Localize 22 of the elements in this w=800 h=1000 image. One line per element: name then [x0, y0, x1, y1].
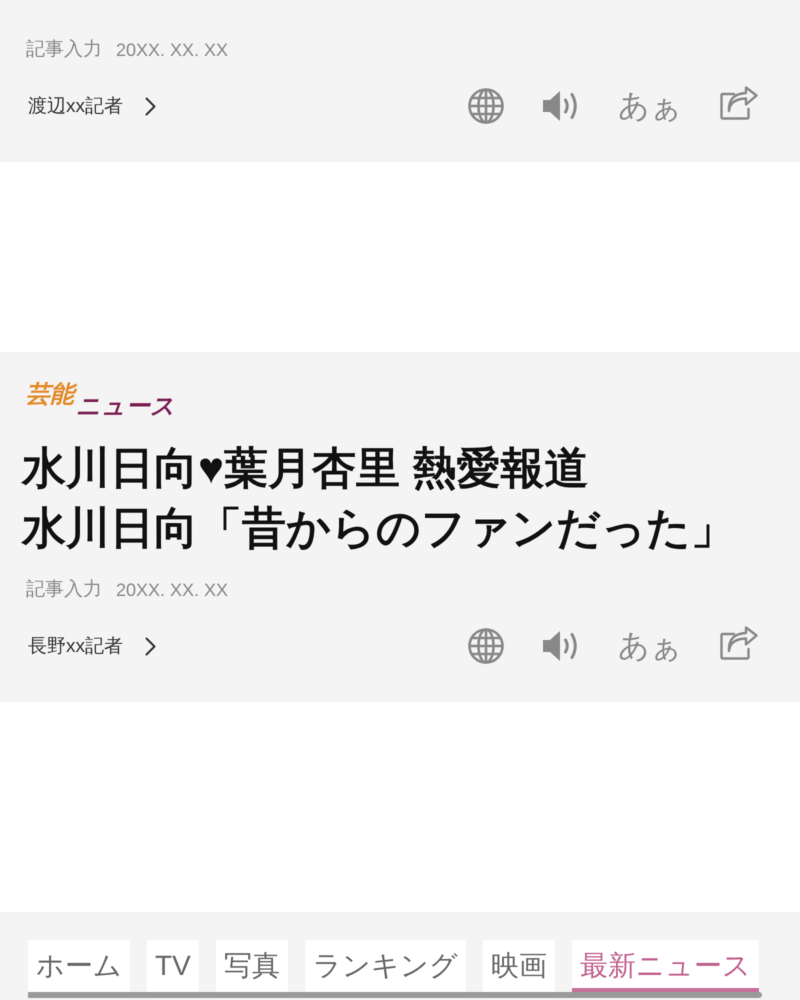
reporter-link[interactable]: 渡辺xx記者 [28, 93, 156, 119]
publish-date: 20XX. XX. XX [116, 579, 228, 602]
category-logo: 芸能ニュース [26, 382, 175, 419]
font-size-button[interactable]: あぁ [618, 626, 682, 666]
reporter-link[interactable]: 長野xx記者 [28, 633, 156, 659]
nav-tab[interactable]: 最新ニュース [572, 940, 759, 992]
nav-tab[interactable]: 映画 [482, 940, 555, 992]
share-icon[interactable] [720, 626, 758, 660]
publish-date: 20XX. XX. XX [116, 39, 228, 62]
share-icon[interactable] [720, 86, 758, 120]
font-size-button[interactable]: あぁ [618, 86, 682, 126]
article-headline: 水川日向♥葉月杏里 熱愛報道 水川日向「昔からのファンだった」 [22, 443, 736, 555]
nav-tab[interactable]: 写真 [216, 940, 288, 992]
input-date-label: 記事入力 [26, 578, 102, 602]
nav-tab[interactable]: ランキング [304, 940, 466, 992]
globe-icon[interactable] [468, 628, 504, 664]
input-date-label: 記事入力 [26, 38, 102, 62]
globe-icon[interactable] [468, 88, 504, 124]
nav-tab[interactable]: TV [147, 940, 199, 992]
chevron-icon [145, 636, 156, 656]
chevron-icon [145, 96, 156, 116]
nav-tab[interactable]: ホーム [28, 940, 130, 992]
